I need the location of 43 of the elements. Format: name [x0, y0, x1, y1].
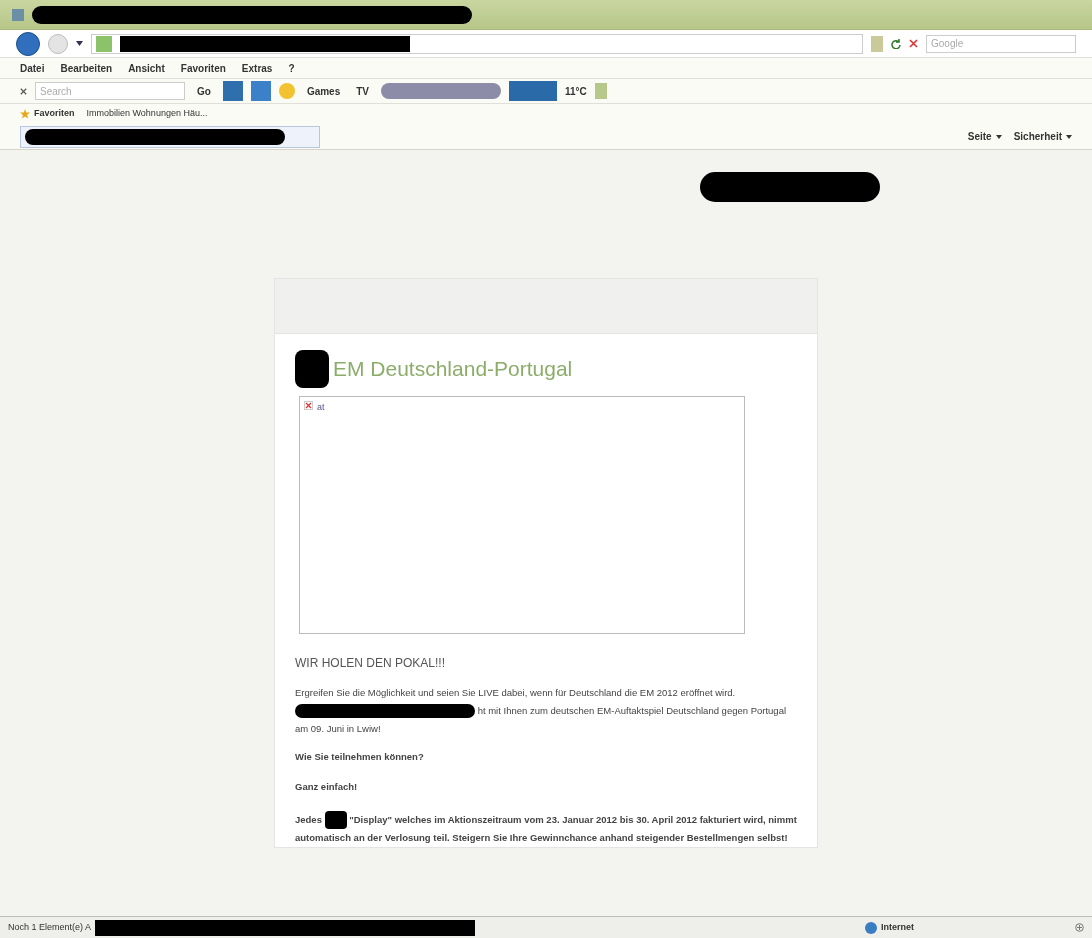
command-menu[interactable]: Sicherheit: [1013, 129, 1072, 144]
zoom-icon[interactable]: [1075, 923, 1084, 932]
caret-icon: [1066, 134, 1072, 139]
search-placeholder: Search: [40, 84, 72, 99]
search-placeholder: Google: [931, 37, 964, 51]
menu-item[interactable]: Extras: [241, 60, 273, 76]
menu-item[interactable]: ?: [288, 60, 295, 76]
refresh-icon[interactable]: [891, 38, 901, 49]
toolbar-icon[interactable]: [222, 81, 243, 101]
menu-item[interactable]: Favoriten: [180, 60, 226, 76]
favorite-link[interactable]: Immobilien Wohnungen Häu...: [86, 107, 208, 121]
menu-item[interactable]: Ansicht: [128, 60, 165, 76]
intro-paragraph: Ergreifen Sie die Möglichkeit und seien Sie LIVE dabei, wenn für Deutschland die EM 2012 eröffnet wird. ht mit Ihnen zum deutschen EM-Auftaktspiel Deutschland gegen Portugal am 09. Juni in Lwiw!: [295, 686, 788, 736]
back-button[interactable]: [16, 31, 40, 56]
zone-label: Internet: [881, 920, 915, 934]
menu-item[interactable]: Datei: [20, 60, 45, 76]
article-title: EM Deutschland-Portugal: [333, 356, 573, 383]
caret-icon[interactable]: [76, 41, 83, 46]
redaction-mark: [324, 811, 347, 829]
go-button[interactable]: Go: [193, 83, 215, 99]
star-icon: [20, 109, 30, 119]
article-heading: WIR HOLEN DEN POKAL!!!: [295, 655, 447, 672]
broken-image-icon: [304, 401, 313, 410]
favorites-button[interactable]: Favoriten: [20, 107, 75, 121]
menu-item[interactable]: Bearbeiten: [60, 60, 113, 76]
media-player-control[interactable]: [381, 83, 502, 99]
command-menu[interactable]: Seite: [967, 129, 1002, 144]
close-icon[interactable]: [909, 39, 918, 48]
toolbar-icon[interactable]: [509, 81, 558, 101]
question-text: Wie Sie teilnehmen können?: [295, 750, 425, 764]
tv-button[interactable]: TV: [352, 83, 374, 99]
status-text: Noch 1 Element(e) A: [8, 920, 92, 934]
rules-paragraph: Jedes "Display" welches im Aktionszeitraum vom 23. Januar 2012 bis 30. April 2012 fakturiert wird, nimmt automatisch an der Verlosung teil. Steigern Sie Ihre Gewinnchance anhand steigender Bestellmengen selbst!: [295, 810, 797, 847]
games-button[interactable]: Games: [302, 83, 345, 99]
browser-tab[interactable]: [20, 125, 320, 148]
toolbar-icon[interactable]: [250, 81, 271, 101]
weather-label[interactable]: 11°C: [565, 83, 587, 99]
redaction-mark: [295, 350, 329, 388]
answer-text: Ganz einfach!: [295, 780, 359, 795]
address-field[interactable]: [91, 33, 863, 54]
caret-icon: [995, 134, 1002, 139]
image-alt-text: at: [317, 401, 325, 414]
close-icon[interactable]: [20, 87, 27, 95]
